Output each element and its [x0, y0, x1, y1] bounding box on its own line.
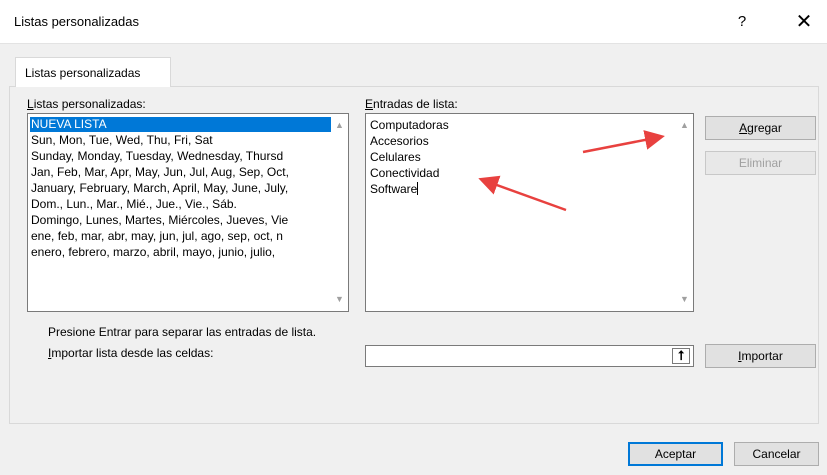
text-caret	[417, 182, 419, 195]
list-item[interactable]: Sun, Mon, Tue, Wed, Thu, Fri, Sat	[30, 133, 213, 148]
help-icon[interactable]: ?	[722, 8, 762, 36]
list-item[interactable]: NUEVA LISTA	[30, 117, 333, 132]
custom-lists-label-accel: L	[27, 97, 34, 111]
tab-listas-personalizadas[interactable]: Listas personalizadas	[15, 57, 171, 87]
agregar-label: gregar	[747, 121, 782, 135]
importar-button[interactable]: Importar	[705, 344, 816, 368]
vertical-scrollbar[interactable]: ▲ ▼	[676, 114, 693, 311]
vertical-scrollbar[interactable]: ▲ ▼	[331, 114, 348, 311]
custom-lists-label-text: istas personalizadas:	[33, 97, 146, 111]
import-label: Importar lista desde las celdas:	[48, 346, 213, 360]
importar-label: mportar	[741, 349, 783, 363]
list-entries-label-accel: E	[365, 97, 374, 111]
import-label-text: mportar lista desde las celdas:	[51, 346, 214, 360]
list-item[interactable]: Domingo, Lunes, Martes, Miércoles, Jueve…	[30, 213, 288, 228]
list-entries-textarea[interactable]: Computadoras Accesorios Celulares Conect…	[365, 113, 694, 312]
list-entry: Celulares	[370, 150, 421, 164]
aceptar-button[interactable]: Aceptar	[628, 442, 723, 466]
hint-text: Presione Entrar para separar las entrada…	[48, 325, 317, 339]
eliminar-button[interactable]: Eliminar	[705, 151, 816, 175]
list-item[interactable]: Sunday, Monday, Tuesday, Wednesday, Thur…	[30, 149, 283, 164]
list-entry: Computadoras	[370, 118, 449, 132]
tab-label: Listas personalizadas	[25, 66, 141, 80]
list-entry-with-caret: Software	[369, 182, 419, 197]
list-item[interactable]: enero, febrero, marzo, abril, mayo, juni…	[30, 245, 275, 260]
list-entry: Accesorios	[370, 134, 429, 148]
list-item[interactable]: January, February, March, April, May, Ju…	[30, 181, 288, 196]
scroll-up-icon[interactable]: ▲	[676, 117, 693, 134]
scroll-down-icon[interactable]: ▼	[676, 291, 693, 308]
custom-lists-listbox[interactable]: NUEVA LISTA Sun, Mon, Tue, Wed, Thu, Fri…	[27, 113, 349, 312]
import-range-input[interactable]: ⭡	[365, 345, 694, 367]
scroll-up-icon[interactable]: ▲	[331, 117, 348, 134]
close-icon[interactable]: ✕	[784, 8, 824, 36]
list-entry: Software	[370, 182, 418, 196]
scroll-down-icon[interactable]: ▼	[331, 291, 348, 308]
list-entries-label-text: ntradas de lista:	[373, 97, 458, 111]
list-item[interactable]: Jan, Feb, Mar, Apr, May, Jun, Jul, Aug, …	[30, 165, 289, 180]
agregar-button[interactable]: Agregar	[705, 116, 816, 140]
window-title: Listas personalizadas	[14, 14, 140, 29]
list-entry: Conectividad	[370, 166, 440, 180]
list-item[interactable]: ene, feb, mar, abr, may, jun, jul, ago, …	[30, 229, 283, 244]
list-entries-label: Entradas de lista:	[365, 97, 458, 111]
custom-lists-label: Listas personalizadas:	[27, 97, 146, 111]
title-bar: Listas personalizadas ? ✕	[0, 0, 827, 44]
arrow-up-icon[interactable]: ⭡	[672, 348, 690, 364]
cancelar-button[interactable]: Cancelar	[734, 442, 819, 466]
list-item[interactable]: Dom., Lun., Mar., Mié., Jue., Vie., Sáb.	[30, 197, 237, 212]
agregar-accel: A	[739, 121, 748, 135]
